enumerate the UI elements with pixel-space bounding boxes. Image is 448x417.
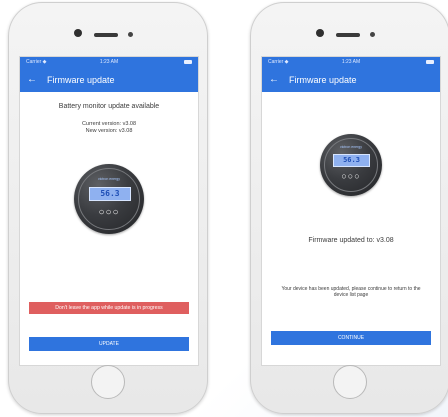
update-available-heading: Battery monitor update available: [58, 103, 160, 110]
app-bar: ← Firmware update: [20, 68, 198, 92]
update-button[interactable]: UPDATE: [29, 337, 189, 351]
back-arrow-icon[interactable]: ←: [267, 68, 281, 92]
battery-icon: [184, 60, 192, 64]
continue-button[interactable]: CONTINUE: [271, 331, 431, 345]
canvas: Carrier ◆ 1:23 AM ← Firmware update Batt…: [0, 0, 448, 417]
back-arrow-icon[interactable]: ←: [25, 68, 39, 92]
status-bar: Carrier ◆ 1:23 AM: [262, 57, 440, 68]
speaker-icon: [94, 33, 118, 37]
device-brand: victron energy: [98, 177, 120, 181]
status-time: 1:23 AM: [341, 59, 361, 65]
status-bar: Carrier ◆ 1:23 AM: [20, 57, 198, 68]
camera-icon: [316, 29, 324, 37]
device-buttons: ○○○: [341, 171, 361, 181]
update-complete-message: Your device has been updated, please con…: [281, 286, 421, 299]
device-buttons: ○○○: [98, 207, 120, 218]
page-title: Firmware update: [289, 75, 357, 85]
status-time: 1:23 AM: [99, 59, 119, 65]
sensor-icon: [128, 32, 133, 37]
speaker-icon: [336, 33, 360, 37]
battery-icon: [426, 60, 434, 64]
device-brand: victron energy: [340, 145, 362, 149]
sensor-icon: [370, 32, 375, 37]
left-screen: Carrier ◆ 1:23 AM ← Firmware update Batt…: [19, 56, 199, 366]
app-bar: ← Firmware update: [262, 68, 440, 92]
device-display: 56.3: [333, 154, 370, 167]
left-phone: Carrier ◆ 1:23 AM ← Firmware update Batt…: [8, 2, 208, 414]
right-screen: Carrier ◆ 1:23 AM ← Firmware update vict…: [261, 56, 441, 366]
warning-banner: Don't leave the app while update is in p…: [29, 302, 189, 314]
firmware-updated-text: Firmware updated to: v3.08: [308, 237, 394, 244]
current-version-text: Current version: v3.08: [81, 121, 137, 127]
home-button-icon[interactable]: [333, 365, 367, 399]
battery-monitor-device: victron energy 56.3 ○○○: [74, 164, 144, 234]
camera-icon: [74, 29, 82, 37]
new-version-text: New version: v3.08: [85, 128, 133, 134]
home-button-icon[interactable]: [91, 365, 125, 399]
right-phone: Carrier ◆ 1:23 AM ← Firmware update vict…: [250, 2, 448, 414]
device-display: 56.3: [89, 187, 131, 201]
battery-monitor-device: victron energy 56.3 ○○○: [320, 134, 382, 196]
page-title: Firmware update: [47, 75, 115, 85]
